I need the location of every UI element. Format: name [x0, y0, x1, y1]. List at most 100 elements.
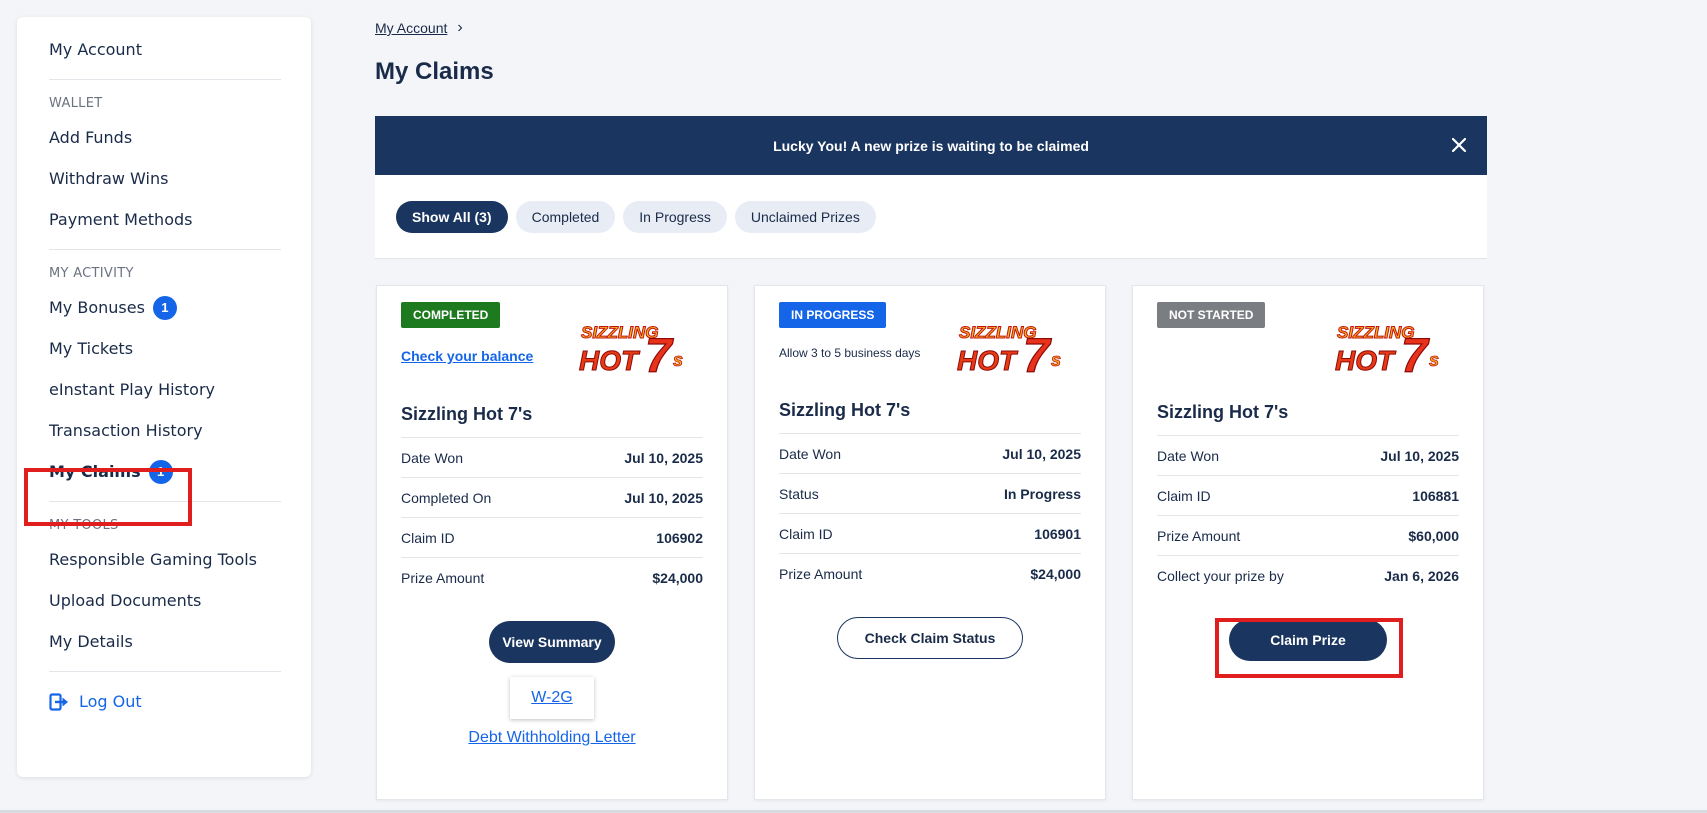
row-label: Date Won: [401, 449, 463, 466]
row-value: 106901: [1034, 525, 1081, 542]
sidebar-item-my-bonuses[interactable]: My Bonuses 1: [49, 287, 281, 328]
sidebar-item-add-funds[interactable]: Add Funds: [49, 117, 281, 158]
banner-text: Lucky You! A new prize is waiting to be …: [773, 137, 1089, 154]
game-title: Sizzling Hot 7's: [401, 404, 533, 424]
row-value: In Progress: [1003, 485, 1081, 502]
w2g-link[interactable]: W-2G: [531, 689, 572, 707]
status-badge: IN PROGRESS: [779, 302, 887, 328]
svg-text:7: 7: [1023, 330, 1052, 378]
sidebar-item-einstant-history[interactable]: eInstant Play History: [49, 369, 281, 410]
svg-text:HOT: HOT: [1335, 345, 1397, 376]
row-label: Prize Amount: [779, 565, 863, 582]
sidebar-item-label: Transaction History: [49, 421, 203, 440]
sidebar-item-responsible-gaming[interactable]: Responsible Gaming Tools: [49, 539, 281, 580]
svg-text:7: 7: [645, 330, 674, 378]
game-title: Sizzling Hot 7's: [1157, 402, 1289, 422]
detail-row: Claim ID 106902: [401, 517, 703, 557]
sidebar-item-label: Withdraw Wins: [49, 169, 169, 188]
svg-text:s: s: [1051, 350, 1061, 370]
sidebar-item-label: My Claims: [49, 462, 141, 481]
activity-section-header: MY ACTIVITY: [49, 265, 134, 281]
row-label: Claim ID: [1157, 487, 1211, 504]
check-claim-status-button[interactable]: Check Claim Status: [837, 617, 1023, 659]
bonuses-count-badge: 1: [152, 295, 177, 320]
detail-row: Status In Progress: [779, 473, 1081, 513]
logout-icon: [49, 692, 68, 711]
breadcrumb-my-account-link[interactable]: My Account: [375, 20, 447, 36]
debt-letter-wrap: Debt Withholding Letter: [401, 729, 703, 747]
tools-section-header: MY TOOLS: [49, 517, 119, 533]
svg-text:7: 7: [1401, 330, 1430, 378]
sizzling-hot-logo: SIZZLING HOT 7 s: [957, 323, 1062, 379]
logout-label: Log Out: [79, 692, 142, 711]
row-value: 106902: [656, 529, 703, 546]
filter-unclaimed[interactable]: Unclaimed Prizes: [734, 200, 876, 233]
sidebar-item-transaction-history[interactable]: Transaction History: [49, 410, 281, 451]
row-value: Jan 6, 2026: [1384, 567, 1459, 584]
row-value: 106881: [1412, 487, 1459, 504]
detail-row: Claim ID 106881: [1157, 475, 1459, 515]
sidebar-item-withdraw-wins[interactable]: Withdraw Wins: [49, 158, 281, 199]
filter-completed[interactable]: Completed: [515, 200, 616, 233]
sizzling-hot-logo: SIZZLING HOT 7 s: [1335, 323, 1440, 379]
status-badge: COMPLETED: [401, 302, 501, 328]
logout-button[interactable]: Log Out: [49, 681, 281, 722]
detail-row: Prize Amount $24,000: [779, 553, 1081, 593]
detail-row: Date Won Jul 10, 2025: [1157, 435, 1459, 475]
row-value: $24,000: [652, 569, 703, 586]
divider: [49, 249, 281, 250]
row-value: Jul 10, 2025: [624, 489, 703, 506]
claim-prize-button[interactable]: Claim Prize: [1229, 619, 1387, 661]
game-title: Sizzling Hot 7's: [779, 400, 911, 420]
sidebar-item-upload-documents[interactable]: Upload Documents: [49, 580, 281, 621]
row-value: Jul 10, 2025: [1380, 447, 1459, 464]
sidebar-item-my-account[interactable]: My Account: [49, 29, 281, 70]
claims-filter-bar: Show All (3) Completed In Progress Uncla…: [375, 175, 1487, 259]
new-prize-banner: Lucky You! A new prize is waiting to be …: [375, 116, 1487, 175]
sidebar-item-label: My Tickets: [49, 339, 134, 358]
sidebar-item-payment-methods[interactable]: Payment Methods: [49, 199, 281, 240]
claim-card-completed: COMPLETED Check your balance SIZZLING HO…: [376, 285, 728, 800]
svg-text:HOT: HOT: [579, 345, 641, 376]
detail-row: Prize Amount $60,000: [1157, 515, 1459, 555]
claims-count-badge: 1: [148, 459, 173, 484]
svg-text:HOT: HOT: [957, 345, 1019, 376]
row-value: Jul 10, 2025: [624, 449, 703, 466]
row-label: Status: [779, 485, 819, 502]
row-label: Prize Amount: [1157, 527, 1241, 544]
chevron-right-icon: ›: [457, 19, 463, 36]
detail-row: Claim ID 106901: [779, 513, 1081, 553]
row-value: Jul 10, 2025: [1002, 445, 1081, 462]
sidebar-item-my-claims[interactable]: My Claims 1: [49, 451, 281, 492]
sidebar-item-my-tickets[interactable]: My Tickets: [49, 328, 281, 369]
w2g-document: W-2G: [510, 677, 594, 719]
claim-card-in-progress: IN PROGRESS Allow 3 to 5 business days S…: [754, 285, 1106, 800]
filter-in-progress[interactable]: In Progress: [623, 200, 727, 233]
page-title: My Claims: [375, 58, 494, 85]
filter-show-all[interactable]: Show All (3): [396, 200, 508, 233]
sizzling-hot-logo: SIZZLING HOT 7 s: [579, 323, 684, 379]
row-label: Claim ID: [779, 525, 833, 542]
svg-text:s: s: [1429, 350, 1439, 370]
debt-withholding-letter-link[interactable]: Debt Withholding Letter: [468, 729, 635, 746]
account-sidebar: My Account WALLET Add Funds Withdraw Win…: [17, 17, 311, 777]
row-label: Date Won: [1157, 447, 1219, 464]
divider: [49, 501, 281, 502]
breadcrumb: My Account ›: [375, 19, 463, 37]
sidebar-item-label: Add Funds: [49, 128, 133, 147]
row-label: Claim ID: [401, 529, 455, 546]
divider: [49, 79, 281, 80]
row-value: $24,000: [1030, 565, 1081, 582]
sidebar-item-label: My Bonuses: [49, 298, 145, 317]
detail-row: Collect your prize by Jan 6, 2026: [1157, 555, 1459, 595]
close-icon[interactable]: [1447, 133, 1471, 157]
sidebar-item-my-details[interactable]: My Details: [49, 621, 281, 662]
sidebar-item-label: eInstant Play History: [49, 380, 215, 399]
status-badge: NOT STARTED: [1157, 302, 1266, 328]
view-summary-button[interactable]: View Summary: [489, 621, 615, 663]
button-wrap: Claim Prize: [1157, 619, 1459, 661]
row-label: Prize Amount: [401, 569, 485, 586]
divider: [49, 671, 281, 672]
row-label: Date Won: [779, 445, 841, 462]
row-label: Collect your prize by: [1157, 567, 1284, 584]
